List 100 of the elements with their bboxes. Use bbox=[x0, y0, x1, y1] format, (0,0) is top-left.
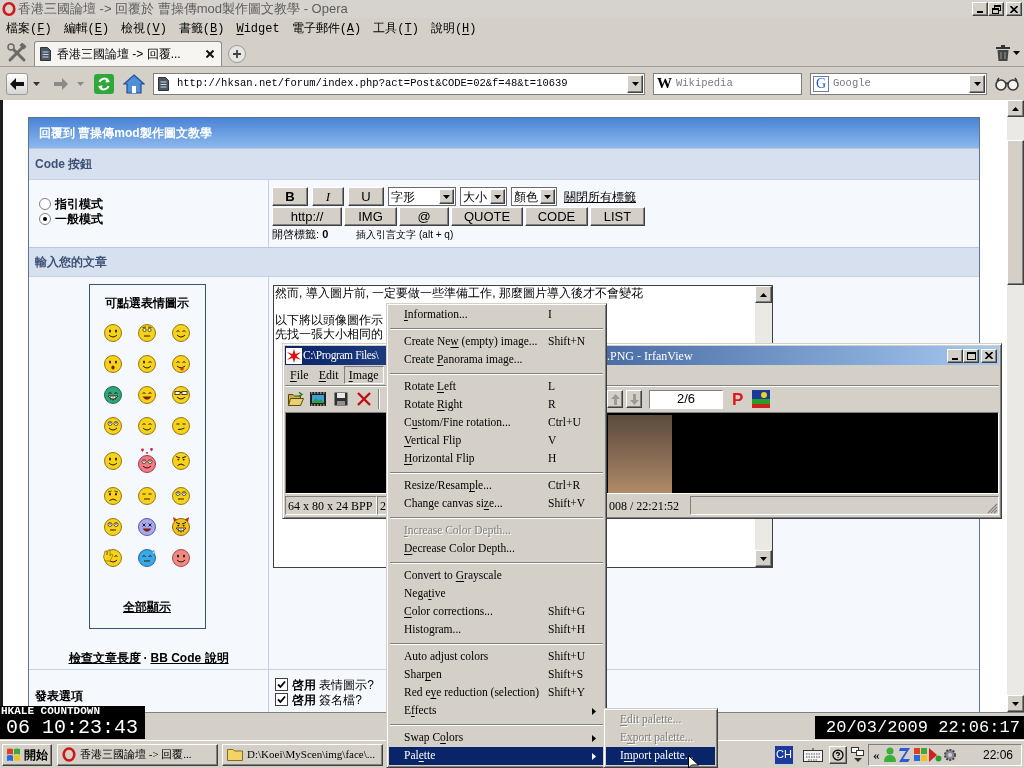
tag-button[interactable]: http:// bbox=[272, 207, 342, 226]
smiling-face-icon[interactable] bbox=[103, 450, 123, 471]
language-indicator[interactable]: CH bbox=[775, 745, 793, 764]
tongue-face-icon[interactable] bbox=[171, 353, 191, 374]
laughing-face-icon[interactable] bbox=[137, 384, 157, 405]
scroll-down-button[interactable] bbox=[1007, 695, 1024, 712]
menu-item[interactable]: Import palette... bbox=[606, 747, 715, 765]
menu-item[interactable]: Sharpen Shift+S bbox=[389, 666, 604, 684]
mode-radio[interactable]: 指引模式 bbox=[39, 196, 103, 211]
menu-item[interactable]: 電子郵件(A) bbox=[289, 19, 364, 38]
dropdown-select[interactable]: 字形 bbox=[388, 187, 456, 206]
winking-face-icon[interactable] bbox=[137, 353, 157, 374]
checkbox-icon[interactable] bbox=[275, 678, 288, 691]
scrollbar-thumb[interactable] bbox=[1007, 140, 1024, 285]
next-image-button[interactable] bbox=[626, 390, 642, 408]
page-number-field[interactable]: 2/6 bbox=[649, 389, 723, 409]
glasses-icon[interactable] bbox=[995, 76, 1019, 91]
save-icon[interactable] bbox=[334, 392, 348, 406]
menu-item[interactable]: 書籤(B) bbox=[176, 19, 227, 38]
keyboard-icon[interactable] bbox=[803, 747, 823, 762]
happy-face-icon[interactable] bbox=[171, 322, 191, 343]
laughing-face-icon[interactable] bbox=[137, 516, 157, 537]
love-face-icon[interactable] bbox=[137, 447, 157, 474]
menu-item[interactable]: Auto adjust colors Shift+U bbox=[389, 648, 604, 666]
check-length-link[interactable]: 檢查文章長度 bbox=[68, 649, 141, 667]
wide-eyed-face-icon[interactable] bbox=[171, 485, 191, 506]
tag-button[interactable]: CODE bbox=[525, 207, 588, 226]
dropdown-select[interactable]: 大小 bbox=[460, 187, 507, 206]
menu-item[interactable]: Swap Colors bbox=[389, 729, 604, 747]
menu-item[interactable]: Change canvas size... Shift+V bbox=[389, 495, 604, 513]
panel-toggle-button[interactable] bbox=[6, 43, 28, 63]
restore-button[interactable] bbox=[988, 2, 1004, 16]
menu-item[interactable]: Convert to Grayscale bbox=[389, 567, 604, 585]
close-icon[interactable] bbox=[206, 50, 214, 58]
dropdown-select[interactable]: 顏色 bbox=[511, 187, 557, 206]
format-button[interactable]: B bbox=[272, 187, 308, 206]
home-button[interactable] bbox=[122, 72, 146, 95]
browser-tab[interactable]: 香港三國論壇 -> 回覆... bbox=[34, 41, 222, 66]
menu-item[interactable]: Create New (empty) image... Shift+N bbox=[389, 333, 604, 351]
menu-item[interactable]: Horizontal Flip H bbox=[389, 450, 604, 468]
trash-button[interactable] bbox=[996, 44, 1020, 62]
taskbar-button[interactable]: 香港三國論壇 -> 回覆... bbox=[57, 743, 218, 766]
close-all-tags-link[interactable]: 關閉所有標籤 bbox=[564, 187, 636, 206]
checkbox-icon[interactable] bbox=[275, 693, 288, 706]
waving-face-icon[interactable] bbox=[103, 547, 123, 568]
menu-item[interactable]: 檢視(V) bbox=[119, 19, 169, 38]
tag-button[interactable]: @ bbox=[399, 207, 449, 226]
surprised-face-icon[interactable] bbox=[103, 353, 123, 374]
angry-face-icon[interactable] bbox=[171, 450, 191, 471]
menu-item[interactable]: Palette bbox=[389, 747, 604, 765]
menu-item[interactable]: Effects bbox=[389, 702, 604, 720]
taskbar-button[interactable]: D:\Koei\MyScen\img\face\... bbox=[222, 743, 383, 766]
window-switch-icon[interactable] bbox=[851, 746, 865, 763]
viewer-menu-item[interactable]: Edit bbox=[313, 366, 344, 384]
format-button[interactable]: I bbox=[312, 187, 344, 206]
menu-item[interactable]: Resize/Resample... Ctrl+R bbox=[389, 477, 604, 495]
filmstrip-icon[interactable] bbox=[310, 392, 326, 406]
neutral-face-icon[interactable] bbox=[137, 485, 157, 506]
close-button[interactable] bbox=[981, 348, 997, 363]
resize-grip-icon[interactable] bbox=[987, 503, 998, 514]
play-arrow-icon[interactable] bbox=[928, 747, 942, 762]
menu-item[interactable]: 編輯(E) bbox=[61, 19, 112, 38]
maximize-button[interactable] bbox=[963, 348, 979, 363]
blushing-face-icon[interactable] bbox=[171, 547, 191, 568]
menu-item[interactable]: Information... I bbox=[389, 306, 604, 324]
wide-eyed-face-icon[interactable] bbox=[103, 516, 123, 537]
option-checkbox[interactable]: 啓用 表情圖示? bbox=[275, 677, 374, 692]
viewer-menu-item[interactable]: File bbox=[285, 366, 314, 384]
menu-item[interactable]: Histogram... Shift+H bbox=[389, 621, 604, 639]
tag-button[interactable]: IMG bbox=[344, 207, 397, 226]
menu-item[interactable]: Negative bbox=[389, 585, 604, 603]
landscape-picture-icon[interactable] bbox=[752, 390, 771, 408]
zigzag-icon[interactable] bbox=[898, 747, 911, 762]
address-field[interactable]: http://hksan.net/forum/index.php?act=Post&CODE=02&f=48&t=10639 bbox=[153, 72, 645, 95]
option-checkbox[interactable]: 啓用 簽名檔? bbox=[275, 692, 362, 707]
open-folder-icon[interactable] bbox=[288, 392, 304, 406]
radio-icon[interactable] bbox=[39, 212, 51, 225]
menu-item[interactable]: Vertical Flip V bbox=[389, 432, 604, 450]
previous-image-button[interactable] bbox=[607, 390, 623, 408]
smiling-face-icon[interactable] bbox=[103, 322, 123, 343]
menu-item[interactable]: Color corrections... Shift+G bbox=[389, 603, 604, 621]
back-button[interactable] bbox=[6, 72, 28, 95]
windows-logo-icon[interactable] bbox=[913, 748, 927, 761]
search-engine-dropdown-button[interactable] bbox=[969, 74, 985, 93]
smirking-face-icon[interactable] bbox=[171, 415, 191, 436]
devil-face-icon[interactable] bbox=[171, 516, 191, 537]
help-button[interactable] bbox=[829, 745, 847, 764]
menu-item[interactable]: Widget bbox=[234, 19, 282, 38]
search-field[interactable]: G Google bbox=[810, 72, 987, 95]
thinking-face-icon[interactable] bbox=[137, 322, 157, 343]
start-button[interactable]: 開始 bbox=[2, 743, 52, 766]
show-all-link[interactable]: 全部顯示 bbox=[123, 598, 171, 616]
close-button[interactable] bbox=[1006, 2, 1022, 16]
menu-item[interactable]: Create Panorama image... bbox=[389, 351, 604, 369]
grinning-face-icon[interactable] bbox=[103, 384, 123, 405]
menu-item[interactable]: 說明(H) bbox=[428, 19, 479, 38]
worried-face-icon[interactable] bbox=[103, 485, 123, 506]
format-button[interactable]: U bbox=[348, 187, 384, 206]
content-face-icon[interactable] bbox=[137, 415, 157, 436]
menu-item[interactable]: 工具(T) bbox=[371, 19, 421, 38]
